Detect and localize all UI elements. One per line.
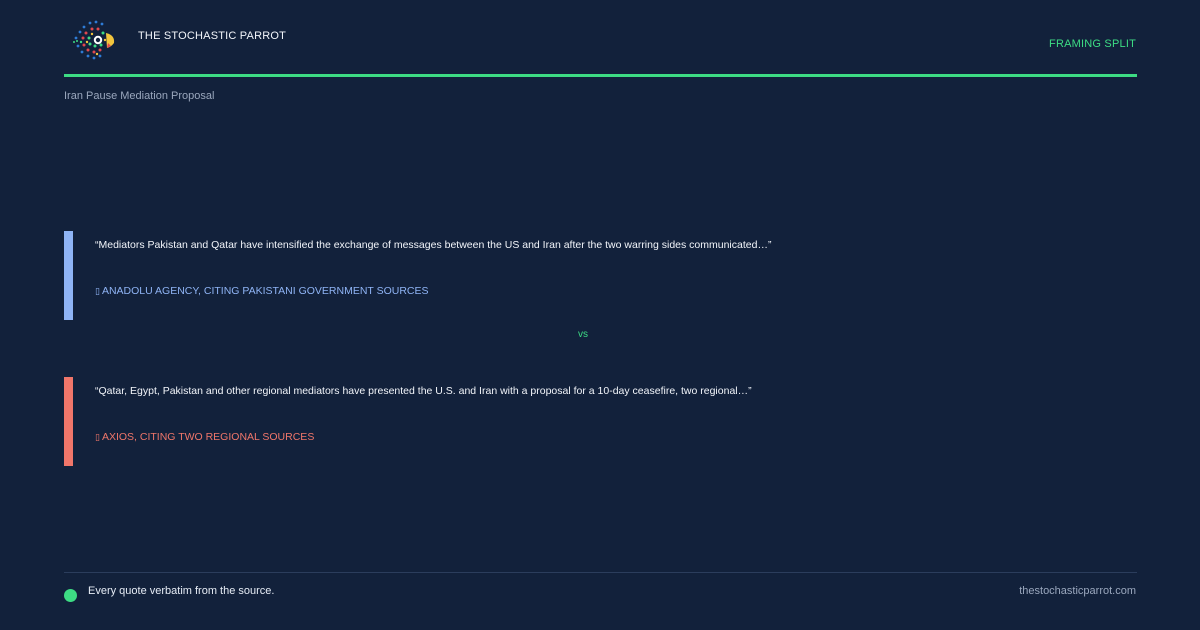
- quote-text: “Qatar, Egypt, Pakistan and other region…: [95, 385, 752, 397]
- quote-source-label: ANADOLU AGENCY, CITING PAKISTANI GOVERNM…: [101, 285, 429, 297]
- quote-accent-bar: [64, 231, 73, 320]
- quote-source: ▯ ANADOLU AGENCY, CITING PAKISTANI GOVER…: [95, 285, 429, 297]
- parrot-logo-icon: [70, 18, 118, 62]
- quote-source: ▯ AXIOS, CITING TWO REGIONAL SOURCES: [95, 431, 314, 443]
- story-topic: Iran Pause Mediation Proposal: [64, 90, 215, 102]
- source-icon: ▯: [95, 285, 100, 296]
- vs-divider: vs: [578, 329, 588, 340]
- quote-source-label: AXIOS, CITING TWO REGIONAL SOURCES: [101, 431, 315, 443]
- status-dot-icon: [64, 589, 77, 602]
- framing-split-tag: FRAMING SPLIT: [1049, 38, 1136, 50]
- site-url: thestochasticparrot.com: [1019, 585, 1136, 597]
- footer-note: Every quote verbatim from the source.: [88, 585, 275, 597]
- quote-card-anadolu: “Mediators Pakistan and Qatar have inten…: [64, 231, 1137, 320]
- quote-card-axios: “Qatar, Egypt, Pakistan and other region…: [64, 377, 1137, 466]
- brand-name: THE STOCHASTIC PARROT: [138, 30, 287, 42]
- source-icon: ▯: [95, 431, 100, 442]
- quote-text: “Mediators Pakistan and Qatar have inten…: [95, 239, 772, 251]
- header-divider: [64, 74, 1137, 77]
- footer-divider: [64, 572, 1137, 573]
- quote-accent-bar: [64, 377, 73, 466]
